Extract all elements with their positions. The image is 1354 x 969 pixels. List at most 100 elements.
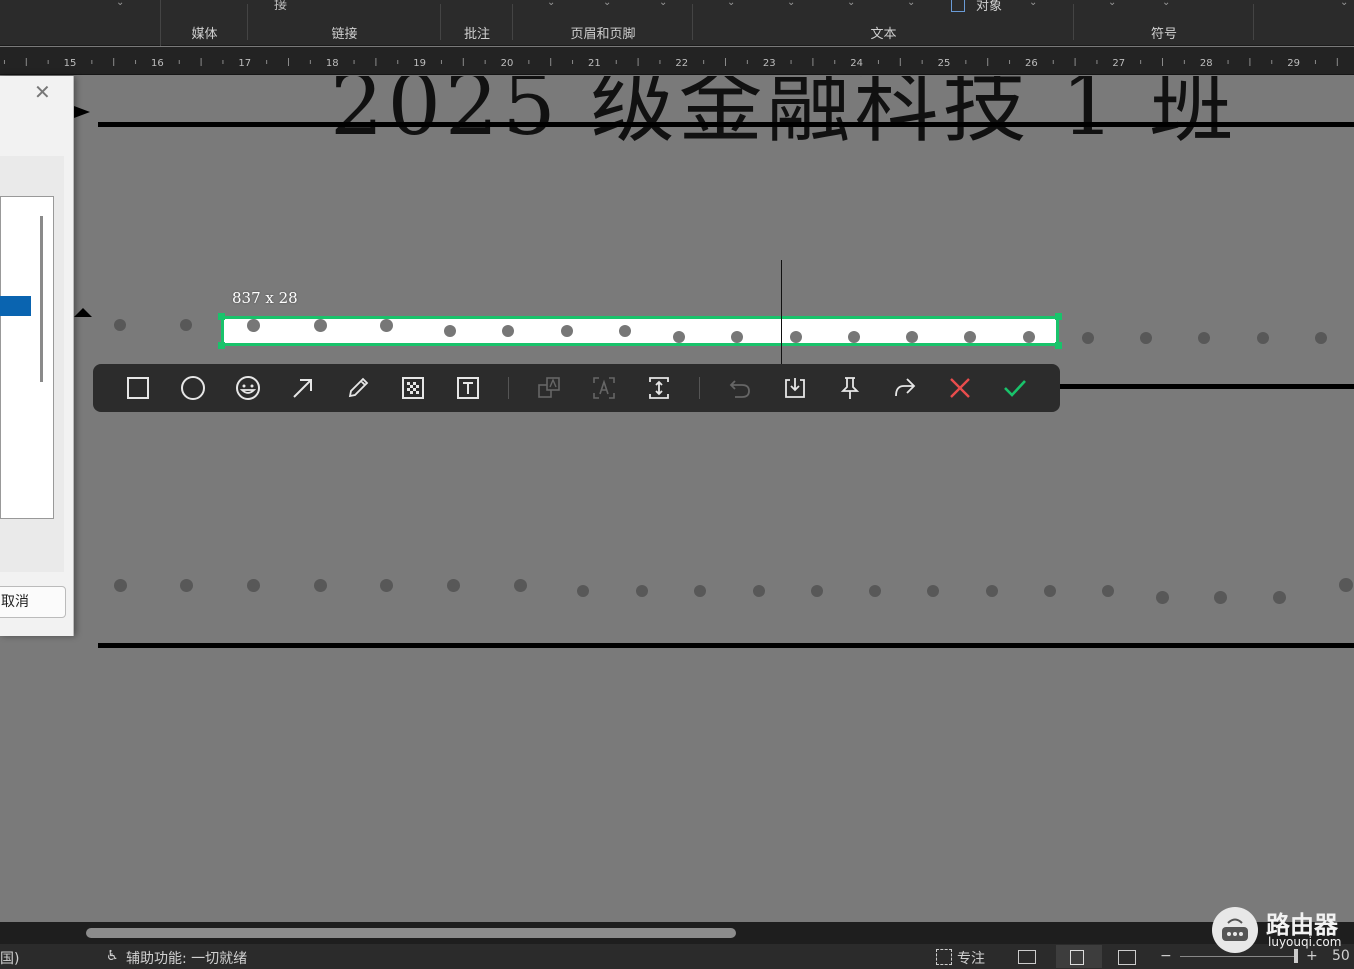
leader-dot (313, 578, 327, 592)
ribbon-group-symbols: ⌄ ⌄ 符号 (1074, 0, 1254, 46)
ribbon: 接 ⌄ 媒体 链接 批注 ⌄ ⌄ ⌄ 页眉和页脚 ⌄ ⌄ ⌄ ⌄ 对象 ⌄ 文本… (0, 0, 1354, 46)
web-layout-icon[interactable] (1118, 950, 1136, 965)
document-title: 2025 级金融科技 1 班 (330, 76, 1238, 154)
cancel-icon[interactable] (945, 373, 975, 403)
leader-dot (179, 578, 193, 592)
ribbon-group-text: ⌄ ⌄ ⌄ ⌄ 对象 ⌄ 文本 (693, 0, 1074, 46)
focus-mode-label[interactable]: 专注 (957, 948, 985, 968)
object-button-label[interactable]: 对象 (976, 0, 1002, 14)
leader-dot (811, 585, 823, 597)
rectangle-icon[interactable] (123, 373, 153, 403)
leader-dot (986, 585, 998, 597)
chevron-down-icon[interactable]: ⌄ (547, 0, 555, 8)
leader-dot (444, 325, 456, 337)
read-mode-icon[interactable] (1018, 950, 1036, 964)
chevron-down-icon[interactable]: ⌄ (1162, 0, 1170, 8)
cancel-button[interactable]: 取消 (0, 586, 66, 618)
ocr-icon[interactable] (589, 373, 619, 403)
leader-dot (1044, 585, 1056, 597)
leader-dot (113, 578, 127, 592)
scrollbar-thumb[interactable] (86, 928, 736, 938)
leader-dot (513, 578, 527, 592)
dialog-list[interactable] (0, 196, 54, 519)
ruler-number: 17 (238, 58, 251, 69)
chevron-down-icon[interactable]: ⌄ (659, 0, 667, 8)
ruler-number: 18 (326, 58, 339, 69)
leader-dot (313, 319, 327, 332)
router-logo-icon (1212, 907, 1258, 953)
ellipse-icon[interactable] (178, 373, 208, 403)
chevron-down-icon[interactable]: ⌄ (116, 0, 124, 8)
toolbar-divider (699, 377, 700, 399)
leader-dot (964, 331, 976, 343)
resize-handle[interactable] (1055, 313, 1062, 320)
chevron-down-icon[interactable]: ⌄ (1108, 0, 1116, 8)
leader-dot (673, 331, 685, 343)
capture-toolbar (93, 364, 1060, 412)
resize-handle[interactable] (218, 342, 225, 349)
accessibility-status[interactable]: 辅助功能: 一切就绪 (126, 948, 247, 968)
leader-dot (1140, 332, 1152, 344)
emoji-icon[interactable] (233, 373, 263, 403)
horizontal-ruler[interactable]: 15 16 17 18 19 20 21 22 23 24 25 26 27 28 29 (0, 47, 1354, 75)
arrow-icon[interactable] (288, 373, 318, 403)
close-icon[interactable]: ✕ (34, 80, 51, 104)
pin-icon[interactable] (835, 373, 865, 403)
table-border-line (98, 643, 1354, 648)
list-item-selected[interactable] (0, 296, 31, 316)
translate-icon[interactable] (534, 373, 564, 403)
list-scrollbar[interactable] (40, 216, 43, 382)
chevron-down-icon[interactable]: ⌄ (907, 0, 915, 8)
zoom-out-icon[interactable]: − (1160, 948, 1172, 964)
zoom-slider[interactable] (1180, 956, 1298, 957)
watermark: 路由器 luyouqi.com (1212, 905, 1352, 955)
leader-dot (1102, 585, 1114, 597)
horizontal-scrollbar[interactable] (0, 922, 1354, 944)
mosaic-icon[interactable] (398, 373, 428, 403)
confirm-icon[interactable] (1000, 373, 1030, 403)
ruler-number: 27 (1112, 58, 1125, 69)
leader-dot (114, 319, 126, 331)
ribbon-group-comments: 批注 (441, 0, 513, 46)
leader-dot (1213, 590, 1227, 604)
share-icon[interactable] (890, 373, 920, 403)
chevron-down-icon[interactable]: ⌄ (603, 0, 611, 8)
language-indicator[interactable]: 国) (0, 948, 19, 968)
document-canvas[interactable]: 2025 级金融科技 1 班 (0, 76, 1354, 922)
object-icon (951, 0, 965, 12)
resize-handle[interactable] (218, 313, 225, 320)
ruler-number: 28 (1200, 58, 1213, 69)
leader-dot (502, 325, 514, 337)
long-screenshot-icon[interactable] (644, 373, 674, 403)
chevron-down-icon[interactable]: ⌄ (847, 0, 855, 8)
chevron-down-icon[interactable]: ⌄ (727, 0, 735, 8)
download-icon[interactable] (780, 373, 810, 403)
leader-dot (446, 578, 460, 592)
accessibility-icon[interactable]: ♿ (106, 948, 119, 964)
ruler-number: 19 (413, 58, 426, 69)
ribbon-group-label: 符号 (1150, 27, 1177, 42)
ruler-ticks: 15 16 17 18 19 20 21 22 23 24 25 26 27 28 29 (3, 58, 1338, 69)
leader-dot (1257, 332, 1269, 344)
ruler-number: 29 (1287, 58, 1300, 69)
capture-region[interactable] (221, 316, 1059, 346)
focus-icon[interactable] (936, 949, 952, 965)
ruler-number: 15 (64, 58, 77, 69)
undo-icon[interactable] (725, 373, 755, 403)
leader-dot (1155, 590, 1169, 604)
leader-dot (1023, 331, 1035, 343)
resize-handle[interactable] (1055, 342, 1062, 349)
chevron-down-icon[interactable]: ⌄ (787, 0, 795, 8)
leader-dot (379, 319, 393, 332)
pencil-icon[interactable] (343, 373, 373, 403)
ribbon-group-label: 链接 (331, 27, 358, 42)
leader-dot (246, 578, 260, 592)
chevron-down-icon[interactable]: ⌄ (1340, 0, 1348, 8)
leader-dot (636, 585, 648, 597)
text-icon[interactable] (453, 373, 483, 403)
leader-dot (246, 319, 260, 332)
chevron-down-icon[interactable]: ⌄ (1029, 0, 1037, 8)
leader-dot (848, 331, 860, 343)
ribbon-group-links: 链接 (248, 0, 441, 46)
dialog-window: ✕ 取消 (0, 76, 74, 636)
